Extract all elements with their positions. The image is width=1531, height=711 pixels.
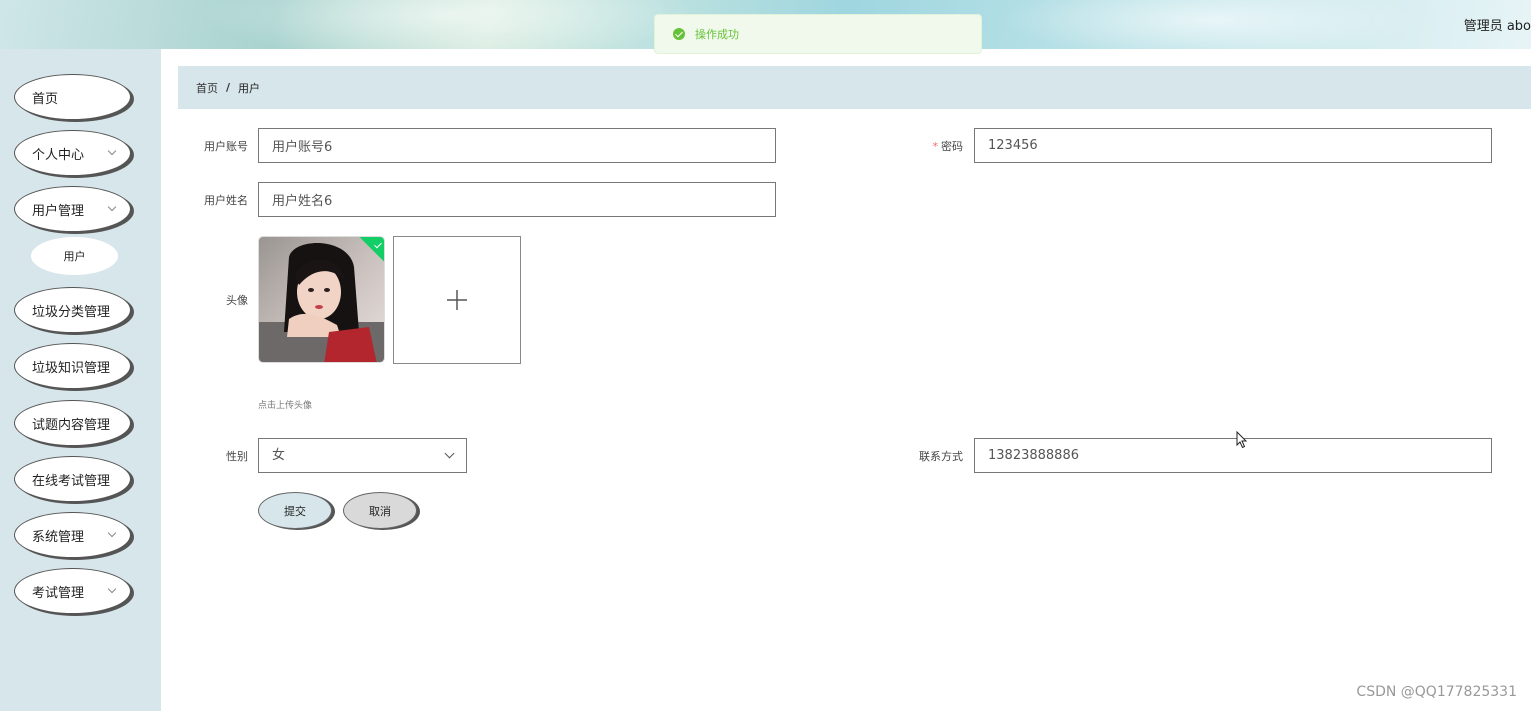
breadcrumb-home[interactable]: 首页: [196, 80, 218, 96]
sidebar-item-label: 个人中心: [32, 147, 85, 163]
mouse-cursor-icon: [1236, 431, 1248, 449]
chevron-down-icon: [444, 448, 455, 459]
breadcrumb-current: 用户: [238, 81, 261, 95]
sidebar-item-garbage-knowledge[interactable]: 垃圾知识管理: [14, 343, 131, 389]
chevron-down-icon: [107, 584, 117, 594]
avatar-thumbnail[interactable]: [258, 236, 385, 363]
sidebar-subitem-user[interactable]: 用户: [31, 237, 118, 275]
toast-message: 操作成功: [695, 28, 739, 41]
sidebar-item-system-management[interactable]: 系统管理: [14, 512, 131, 558]
breadcrumb-separator: /: [226, 81, 231, 94]
chevron-down-icon: [107, 528, 117, 538]
upload-tip: 点击上传头像: [258, 401, 313, 411]
password-input[interactable]: [974, 128, 1492, 163]
plus-icon: [447, 290, 467, 310]
password-label-wrap: * 密码: [900, 138, 964, 154]
watermark: CSDN @QQ177825331: [1356, 684, 1517, 700]
gender-label: 性别: [226, 450, 248, 463]
sidebar-item-home[interactable]: 首页: [14, 74, 131, 120]
gender-selected-value: 女: [272, 448, 286, 463]
sidebar-item-question-content[interactable]: 试题内容管理: [14, 400, 131, 446]
account-input[interactable]: [258, 128, 776, 163]
sidebar-item-label: 垃圾分类管理: [32, 304, 111, 320]
admin-user-label[interactable]: 管理员 abo: [1464, 15, 1531, 34]
sidebar-item-personal-center[interactable]: 个人中心: [14, 130, 131, 176]
sidebar-item-label: 试题内容管理: [32, 417, 111, 433]
success-check-icon: [673, 28, 685, 40]
chevron-down-icon: [107, 202, 117, 212]
chevron-down-icon: [107, 146, 117, 156]
password-label: 密码: [941, 140, 963, 153]
sidebar-item-garbage-category[interactable]: 垃圾分类管理: [14, 287, 131, 333]
sidebar-item-label: 首页: [32, 91, 59, 107]
contact-label: 联系方式: [919, 450, 963, 463]
sidebar-item-user-management[interactable]: 用户管理: [14, 186, 131, 232]
contact-input[interactable]: [974, 438, 1492, 473]
sidebar-item-label: 垃圾知识管理: [32, 360, 111, 376]
sidebar-item-label: 考试管理: [32, 585, 85, 601]
avatar-label: 头像: [226, 294, 248, 307]
breadcrumb: 首页 / 用户: [178, 66, 1531, 109]
account-label: 用户账号: [204, 140, 248, 153]
sidebar: 首页 个人中心 用户管理 用户 垃圾分类管理 垃圾知识管理 试题内容管理 在线考…: [0, 49, 161, 711]
sidebar-item-exam-management[interactable]: 考试管理: [14, 568, 131, 614]
name-input[interactable]: [258, 182, 776, 217]
cancel-button[interactable]: 取消: [343, 492, 417, 529]
sidebar-item-label: 系统管理: [32, 529, 85, 545]
success-toast: 操作成功: [654, 14, 982, 54]
gender-select[interactable]: 女: [258, 438, 467, 473]
sidebar-item-label: 在线考试管理: [32, 473, 111, 489]
avatar-upload-button[interactable]: [393, 236, 521, 364]
name-label: 用户姓名: [204, 194, 248, 207]
submit-button[interactable]: 提交: [258, 492, 332, 529]
avatar-photo: [259, 237, 384, 362]
sidebar-item-online-exam[interactable]: 在线考试管理: [14, 456, 131, 502]
sidebar-subitem-label: 用户: [63, 250, 86, 263]
sidebar-item-label: 用户管理: [32, 203, 85, 219]
required-mark: *: [932, 140, 939, 153]
